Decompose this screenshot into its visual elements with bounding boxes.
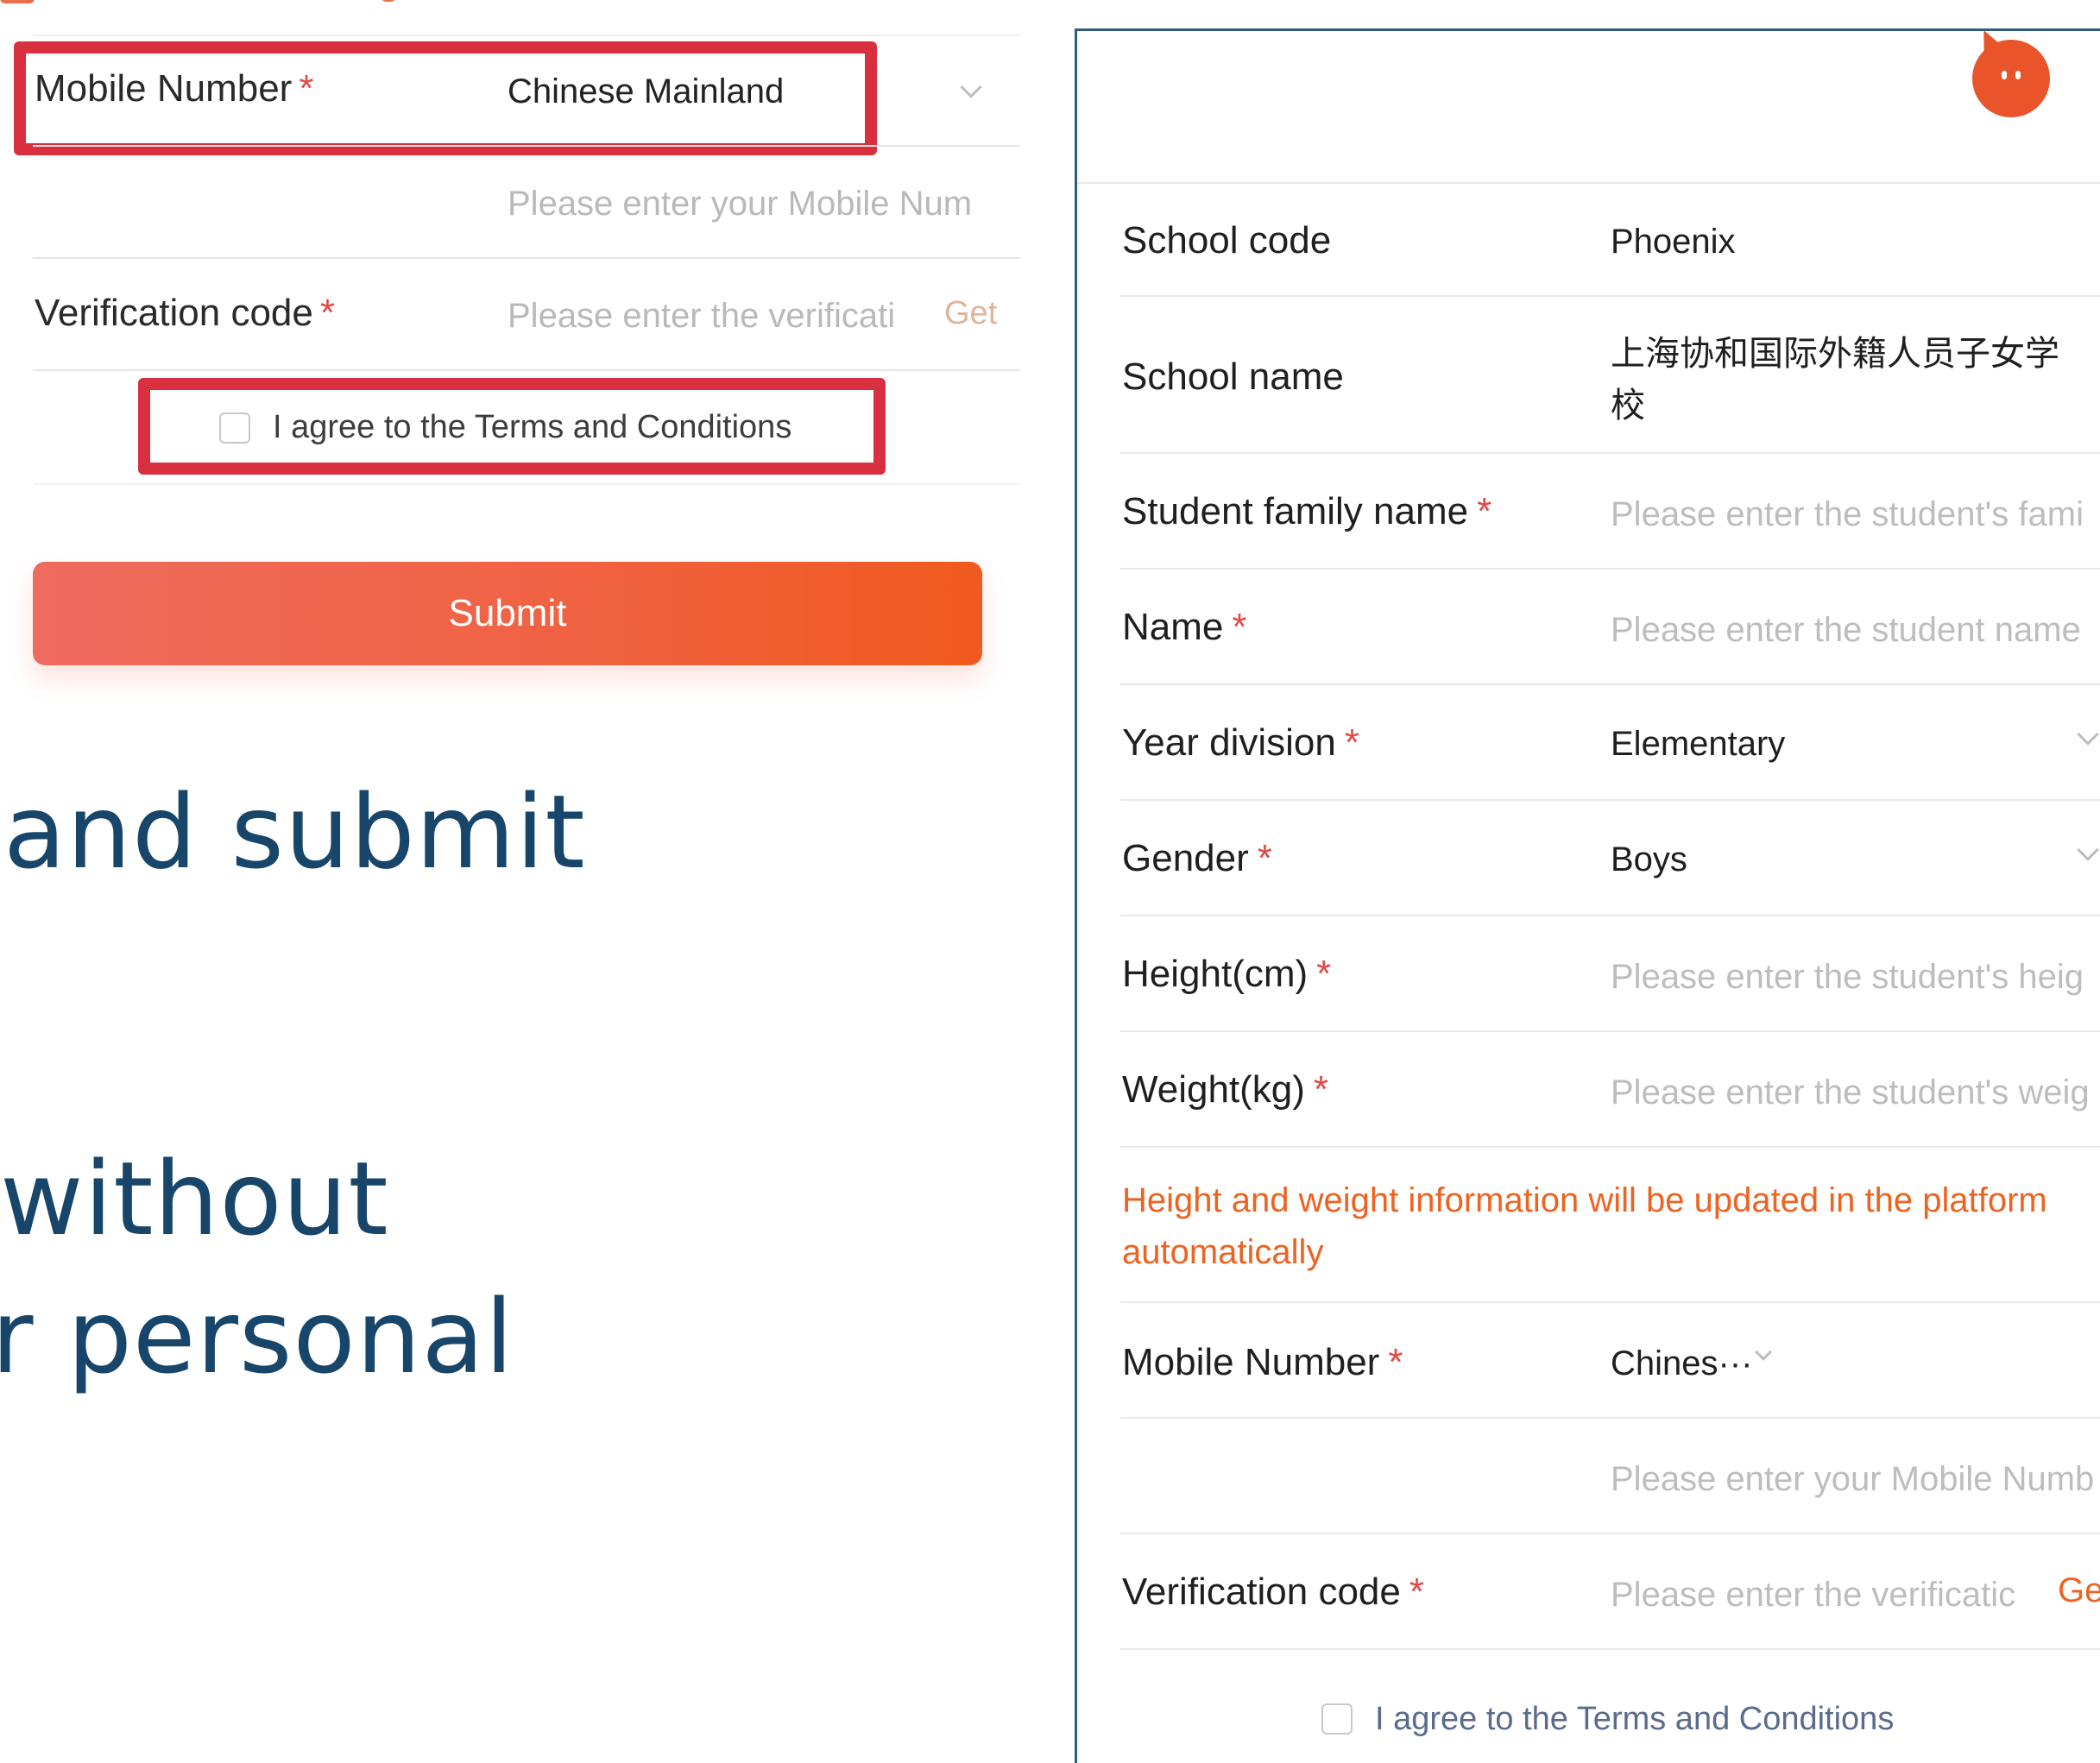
region-select[interactable]: Chines··· [1611, 1344, 1752, 1383]
divider [33, 145, 1020, 147]
divider [1120, 568, 2100, 570]
chevron-down-icon[interactable] [1755, 1344, 1772, 1361]
required-star: * [1313, 1068, 1329, 1111]
divider [1120, 452, 2100, 454]
divider [33, 369, 1020, 371]
instruction-text-line: and submit [3, 772, 586, 891]
agree-terms-label[interactable]: I agree to the Terms and Conditions [273, 409, 791, 446]
divider [1120, 295, 2100, 297]
verification-code-label: Verification code * [1122, 1571, 1424, 1613]
verification-code-input[interactable]: Please enter the verificatic [1611, 1576, 2020, 1615]
cropped-decoration [0, 0, 35, 3]
divider [1120, 1533, 2100, 1534]
divider [1120, 1146, 2100, 1148]
required-star: * [1344, 721, 1359, 764]
verification-code-input[interactable]: Please enter the verificati [508, 297, 913, 336]
school-name-label: School name [1122, 356, 1344, 398]
divider [1120, 915, 2100, 916]
header-divider [1077, 182, 2100, 184]
divider [33, 257, 1020, 259]
required-star: * [1409, 1571, 1424, 1613]
mascot-eye [2002, 71, 2007, 79]
instruction-text-line: r personal [0, 1277, 514, 1396]
submit-button[interactable]: Submit [33, 562, 982, 665]
required-star: * [1257, 837, 1272, 879]
required-star: * [1232, 606, 1247, 648]
divider [33, 483, 1020, 485]
chevron-down-icon[interactable] [2077, 723, 2099, 746]
right-form-screenshot: School code Phoenix School name 上海协和国际外籍… [1075, 28, 2100, 1763]
divider [1120, 1648, 2100, 1650]
mascot-eye [2015, 71, 2021, 79]
divider [1120, 683, 2100, 685]
year-division-select[interactable]: Elementary [1611, 725, 1785, 764]
school-code-label: School code [1122, 219, 1332, 261]
school-name-value: 上海协和国际外籍人员子女学 校 [1611, 328, 2059, 431]
mascot-logo-icon [1972, 40, 2050, 117]
mobile-number-label: Mobile Number * [1122, 1341, 1403, 1383]
get-code-button[interactable]: Ge [2058, 1571, 2100, 1610]
required-star: * [319, 292, 335, 334]
weight-label: Weight(kg) * [1122, 1068, 1329, 1111]
agree-checkbox[interactable] [1321, 1703, 1353, 1735]
name-input[interactable]: Please enter the student name [1611, 611, 2100, 650]
height-input[interactable]: Please enter the student's heig [1611, 958, 2100, 997]
gender-label: Gender * [1122, 837, 1272, 879]
school-name-line: 校 [1611, 387, 1645, 425]
name-label: Name * [1122, 606, 1247, 648]
year-division-label: Year division * [1122, 721, 1359, 764]
verification-code-label: Verification code * [35, 292, 335, 334]
cropped-decoration [380, 0, 397, 2]
height-weight-note: Height and weight information will be up… [1122, 1181, 2047, 1271]
divider [1120, 1030, 2100, 1032]
divider [1120, 799, 2100, 801]
required-star: * [1388, 1341, 1403, 1383]
mobile-number-input[interactable]: Please enter your Mobile Numb [1611, 1460, 2100, 1499]
chevron-down-icon[interactable] [2077, 839, 2099, 861]
chevron-down-icon[interactable] [960, 76, 982, 98]
highlight-box-mobile [14, 41, 877, 155]
divider [33, 35, 1020, 36]
gender-select[interactable]: Boys [1611, 841, 1687, 879]
instruction-text-line: without [0, 1139, 389, 1258]
family-name-input[interactable]: Please enter the student's fami [1611, 495, 2100, 534]
agree-checkbox[interactable] [219, 412, 250, 444]
divider [1120, 1417, 2100, 1419]
required-star: * [1477, 490, 1492, 532]
agree-terms-label[interactable]: I agree to the Terms and Conditions [1375, 1701, 1894, 1738]
school-name-line: 上海协和国际外籍人员子女学 [1611, 335, 2059, 373]
school-code-value: Phoenix [1611, 223, 1736, 261]
weight-input[interactable]: Please enter the student's weig [1611, 1074, 2100, 1112]
divider [1120, 1301, 2100, 1303]
required-star: * [1316, 953, 1332, 995]
family-name-label: Student family name * [1122, 490, 1492, 532]
height-label: Height(cm) * [1122, 953, 1332, 995]
get-code-button[interactable]: Get [944, 295, 997, 332]
left-form-screenshot: Mobile Number * Chinese Mainland Please e… [0, 0, 1036, 1763]
mobile-number-input[interactable]: Please enter your Mobile Num [508, 185, 991, 224]
